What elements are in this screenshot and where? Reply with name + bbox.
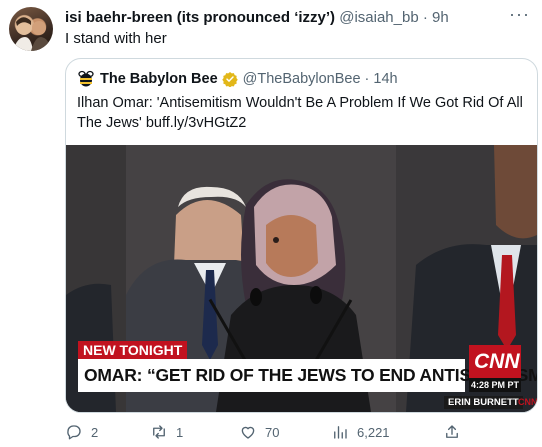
reply-count: 2 bbox=[91, 424, 99, 440]
reporter-name: ERIN BURNETT bbox=[444, 396, 523, 409]
reply-icon bbox=[67, 425, 81, 440]
heart-icon bbox=[241, 426, 255, 439]
retweet-button[interactable]: 1 bbox=[150, 421, 183, 443]
views-button[interactable]: 6,221 bbox=[331, 421, 390, 443]
more-options-icon[interactable]: ··· bbox=[509, 4, 530, 25]
tweet-time[interactable]: 9h bbox=[432, 9, 449, 26]
time-separator: · bbox=[422, 9, 428, 26]
quote-author-handle[interactable]: @TheBabylonBee bbox=[243, 69, 361, 89]
like-count: 70 bbox=[265, 424, 280, 440]
views-chart-icon bbox=[334, 426, 347, 439]
avatar-photo bbox=[13, 17, 51, 51]
quote-time[interactable]: 14h bbox=[373, 69, 397, 89]
chyron-headline: OMAR: “GET RID OF THE JEWS TO END ANTISE… bbox=[78, 359, 537, 392]
tweet-text: I stand with her bbox=[65, 30, 167, 47]
quote-header: The Babylon Bee @TheBabylonBee · 14h bbox=[77, 69, 398, 89]
quote-text: Ilhan Omar: 'Antisemitism Wouldn't Be A … bbox=[77, 95, 523, 131]
action-bar: 2 1 70 6,221 bbox=[65, 421, 525, 443]
cnn-small-logo: CNN bbox=[518, 397, 537, 407]
author-handle[interactable]: @isaiah_bb bbox=[339, 9, 418, 26]
avatar[interactable] bbox=[9, 7, 53, 51]
quote-tweet-card[interactable]: The Babylon Bee @TheBabylonBee · 14h Ilh… bbox=[65, 58, 538, 413]
retweet-icon bbox=[153, 425, 165, 439]
tweet-header: isi baehr-breen (its pronounced ‘izzy’) … bbox=[65, 8, 449, 28]
chyron-top-label: NEW TONIGHT bbox=[78, 341, 188, 359]
reply-button[interactable]: 2 bbox=[65, 421, 98, 443]
quote-author-name[interactable]: The Babylon Bee bbox=[100, 69, 218, 89]
author-name[interactable]: isi baehr-breen (its pronounced ‘izzy’) bbox=[65, 9, 335, 26]
cnn-logo: CNN bbox=[474, 350, 520, 373]
retweet-count: 1 bbox=[176, 424, 184, 440]
views-count: 6,221 bbox=[357, 424, 390, 440]
share-icon bbox=[446, 425, 458, 438]
quote-media-image[interactable]: NEW TONIGHT OMAR: “GET RID OF THE JEWS T… bbox=[66, 145, 537, 412]
quote-time-separator: · bbox=[364, 71, 370, 87]
cnn-logo-box: CNN 4:28 PM PT bbox=[469, 345, 521, 392]
like-button[interactable]: 70 bbox=[239, 421, 279, 443]
verified-badge-icon bbox=[221, 72, 238, 87]
babylon-bee-logo-icon bbox=[78, 70, 94, 87]
share-button[interactable] bbox=[443, 421, 469, 443]
broadcast-time: 4:28 PM PT bbox=[469, 378, 521, 392]
